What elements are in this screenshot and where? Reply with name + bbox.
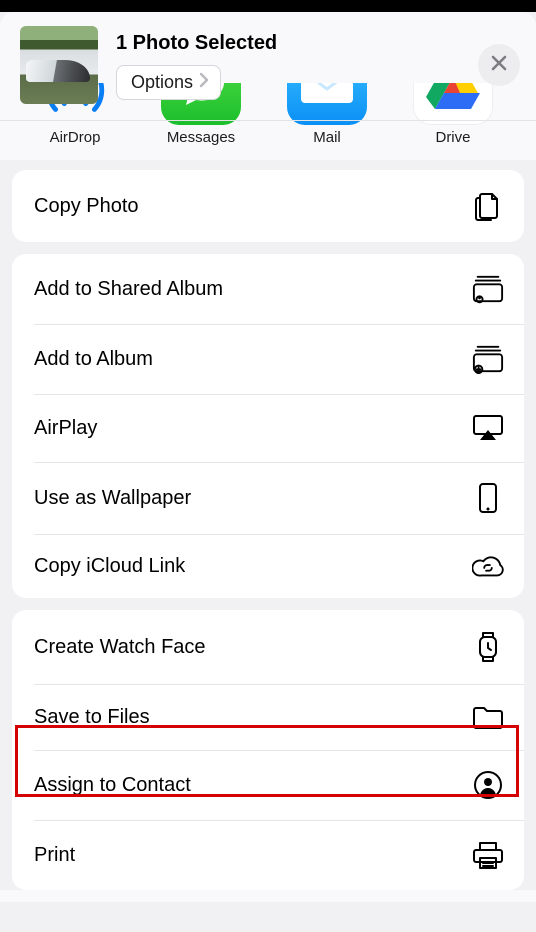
action-print[interactable]: Print bbox=[12, 820, 524, 890]
album-plus-icon bbox=[472, 344, 504, 374]
action-add-shared-album[interactable]: Add to Shared Album bbox=[12, 254, 524, 324]
action-save-files[interactable]: Save to Files bbox=[12, 684, 524, 750]
action-label: Copy iCloud Link bbox=[34, 555, 185, 578]
action-group: Add to Shared Album Add to Album AirPlay… bbox=[12, 254, 524, 598]
share-target-label: AirDrop bbox=[12, 129, 138, 146]
options-button[interactable]: Options bbox=[116, 65, 221, 100]
action-label: Add to Shared Album bbox=[34, 278, 223, 301]
share-targets-row[interactable]: AirDrop Messages Mail Drive bbox=[0, 121, 536, 160]
action-airplay[interactable]: AirPlay bbox=[12, 394, 524, 462]
selection-thumbnail[interactable] bbox=[20, 26, 98, 104]
action-add-album[interactable]: Add to Album bbox=[12, 324, 524, 394]
shared-album-icon bbox=[472, 274, 504, 304]
share-target-drive[interactable]: Drive bbox=[390, 121, 516, 146]
options-button-label: Options bbox=[131, 72, 193, 93]
copy-doc-icon bbox=[472, 190, 504, 222]
action-icloud-link[interactable]: Copy iCloud Link bbox=[12, 534, 524, 598]
action-group: Copy Photo bbox=[12, 170, 524, 242]
cloud-link-icon bbox=[472, 554, 504, 578]
watch-icon bbox=[472, 630, 504, 664]
share-sheet-header: 1 Photo Selected Options bbox=[0, 12, 536, 121]
action-watch-face[interactable]: Create Watch Face bbox=[12, 610, 524, 684]
airplay-icon bbox=[472, 414, 504, 442]
actions-area: Copy Photo Add to Shared Album Add to Al… bbox=[0, 160, 536, 890]
action-label: Print bbox=[34, 844, 75, 867]
action-wallpaper[interactable]: Use as Wallpaper bbox=[12, 462, 524, 534]
action-label: Use as Wallpaper bbox=[34, 487, 191, 510]
share-target-airdrop[interactable]: AirDrop bbox=[12, 121, 138, 146]
action-group: Create Watch Face Save to Files Assign t… bbox=[12, 610, 524, 890]
close-icon bbox=[490, 54, 508, 77]
share-target-messages[interactable]: Messages bbox=[138, 121, 264, 146]
status-bar-area bbox=[0, 0, 536, 12]
share-target-label: Drive bbox=[390, 129, 516, 146]
folder-icon bbox=[472, 704, 504, 730]
action-assign-contact[interactable]: Assign to Contact bbox=[12, 750, 524, 820]
share-sheet: 1 Photo Selected Options AirDrop Message… bbox=[0, 12, 536, 902]
share-target-label: Messages bbox=[138, 129, 264, 146]
action-label: Add to Album bbox=[34, 348, 153, 371]
action-label: Create Watch Face bbox=[34, 636, 206, 659]
action-label: Save to Files bbox=[34, 706, 150, 729]
close-button[interactable] bbox=[478, 44, 520, 86]
action-label: Assign to Contact bbox=[34, 774, 191, 797]
share-target-mail[interactable]: Mail bbox=[264, 121, 390, 146]
selection-title: 1 Photo Selected bbox=[116, 32, 478, 55]
action-label: AirPlay bbox=[34, 417, 97, 440]
phone-icon bbox=[472, 482, 504, 514]
contact-icon bbox=[472, 770, 504, 800]
header-title-area: 1 Photo Selected Options bbox=[116, 30, 478, 100]
action-copy-photo[interactable]: Copy Photo bbox=[12, 170, 524, 242]
printer-icon bbox=[472, 840, 504, 870]
share-target-label: Mail bbox=[264, 129, 390, 146]
action-label: Copy Photo bbox=[34, 195, 139, 218]
chevron-right-icon bbox=[199, 72, 210, 93]
